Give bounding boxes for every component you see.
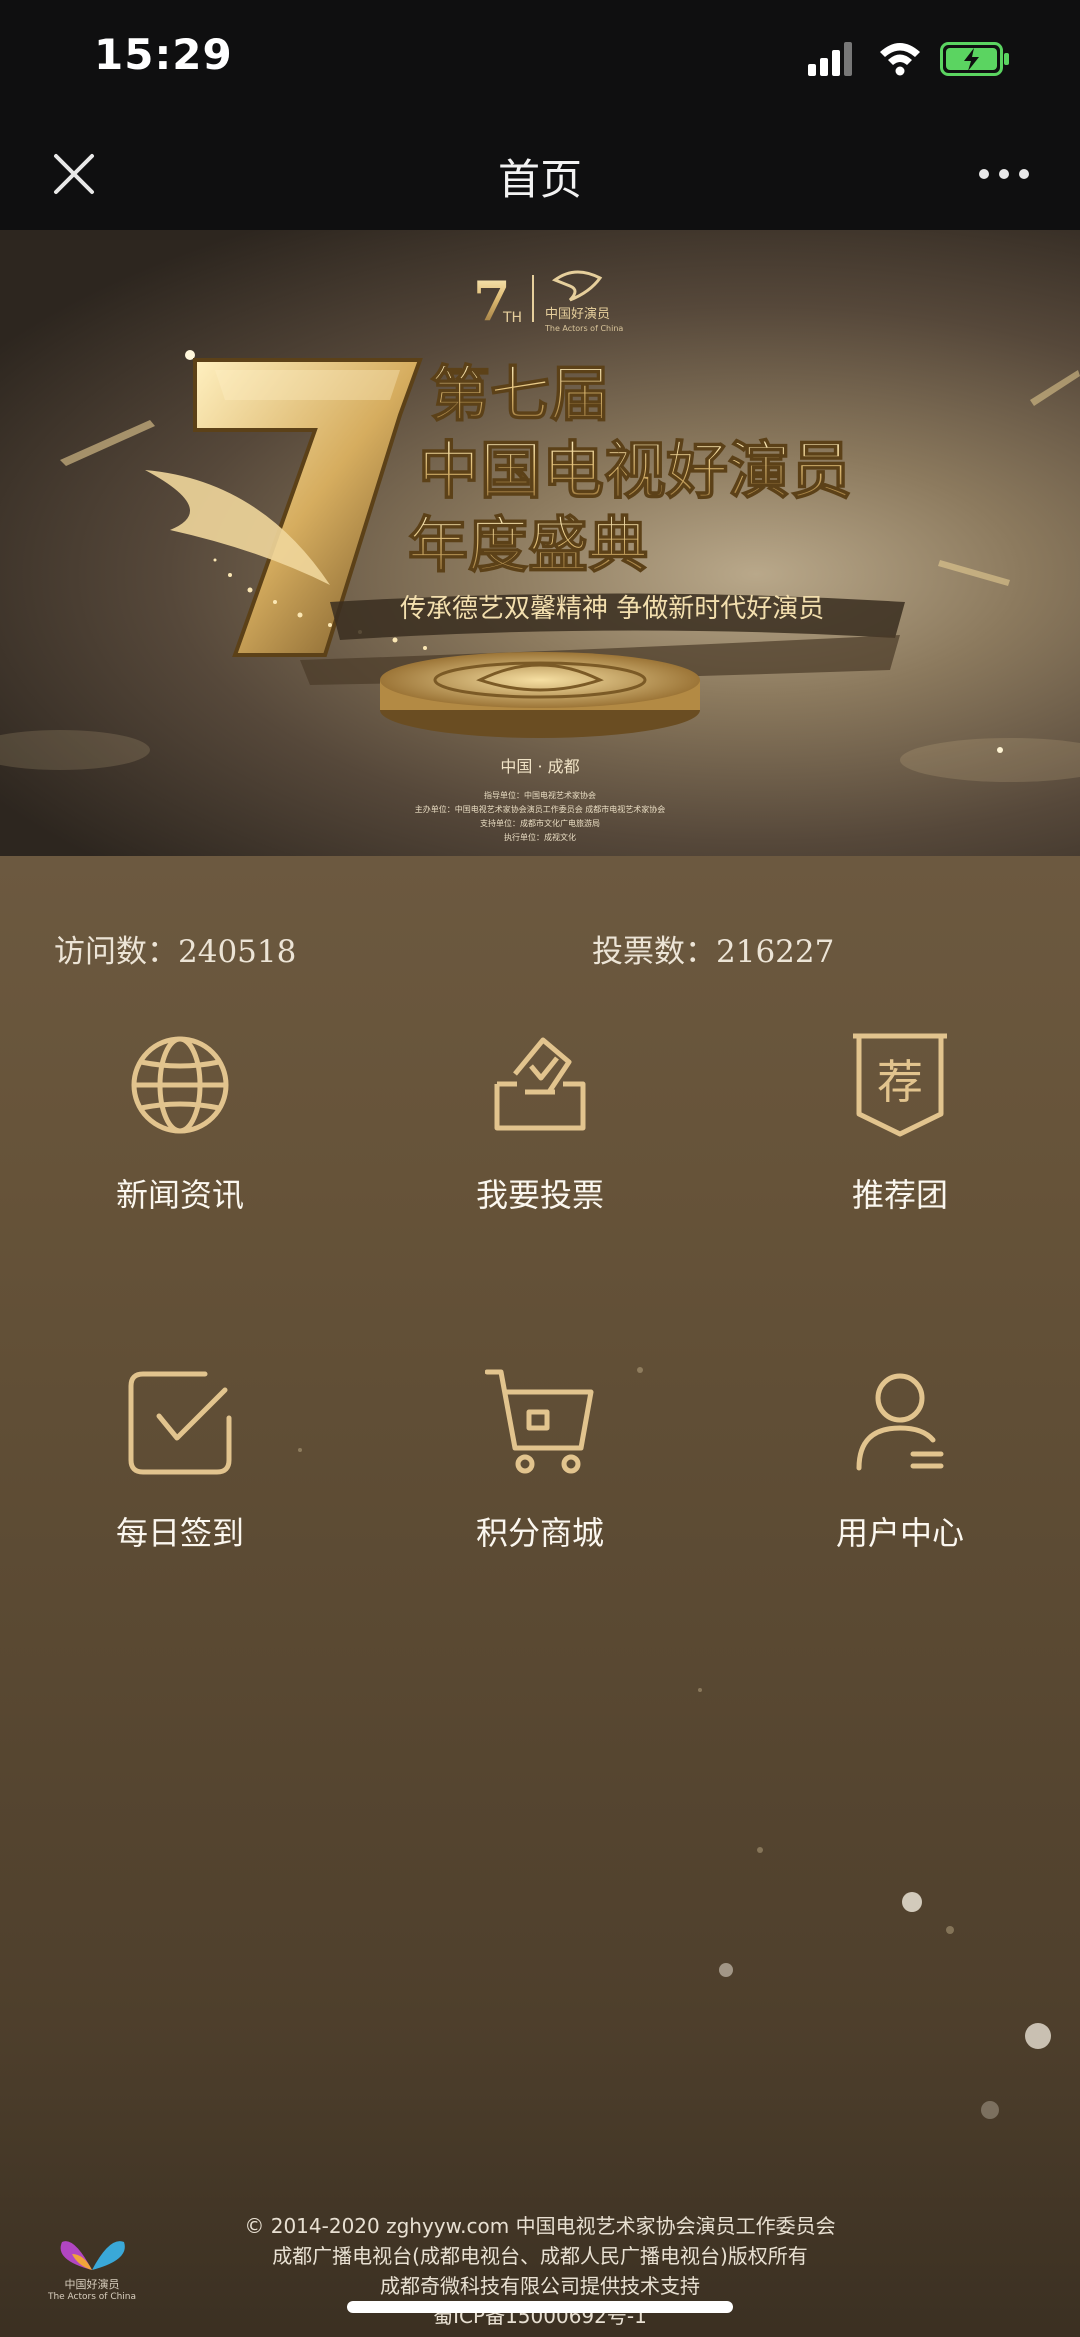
menu-item-label: 推荐团 [851,1176,948,1214]
svg-text:The Actors of China: The Actors of China [544,324,623,333]
visit-count: 访问数：240518 [54,926,296,971]
svg-text:主办单位：中国电视艺术家协会演员工作委员会 成都市电视艺术家: 主办单位：中国电视艺术家协会演员工作委员会 成都市电视艺术家协会 [415,804,666,814]
menu-item-news[interactable]: 新闻资讯 [30,1030,330,1270]
podium [380,652,700,738]
recommend-badge-icon: 荐 [853,1033,947,1137]
vote-count-value: 216227 [716,934,835,970]
bokeh-decoration [298,1367,1051,2119]
menu-item-vote[interactable]: 我要投票 [390,1030,690,1270]
banner-top-logo: 7 TH 中国好演员 The Actors of China [473,269,623,333]
svg-text:TH: TH [502,310,522,326]
banner-slogan: 传承德艺双馨精神 争做新时代好演员 [400,594,824,624]
menu-item-label: 我要投票 [475,1176,604,1214]
nav-bar: 首页 [0,118,1080,230]
wifi-icon [880,43,920,76]
banner-title-line3: 年度盛典 [408,511,648,581]
status-time: 15:29 [94,30,233,79]
banner-location: 中国 · 成都 [500,757,579,776]
svg-text:中国好演员: 中国好演员 [545,306,610,322]
visit-count-label: 访问数： [54,934,178,970]
banner-title-line1: 第七届 [430,360,610,430]
status-icons [808,40,1028,80]
footer-rights: 成都广播电视台(成都电视台、成都人民广播电视台)版权所有 [272,2244,808,2268]
battery-charging-icon [940,42,1009,76]
home-indicator[interactable] [347,2301,733,2313]
svg-text:执行单位：成视文化: 执行单位：成视文化 [504,832,576,842]
vote-count-label: 投票数： [592,934,716,970]
banner-title-line2: 中国电视好演员 [418,434,852,507]
svg-text:荐: 荐 [877,1055,923,1109]
footer-copyright: © 2014-2020 zghyyw.com 中国电视艺术家协会演员工作委员会 [244,2214,836,2238]
more-options-icon[interactable] [976,162,1032,186]
stats-row: 访问数：240518 投票数：216227 [0,926,1080,976]
status-bar: 15:29 [0,0,1080,118]
cellular-signal-icon [808,42,852,76]
event-banner[interactable]: 7 TH 中国好演员 The Actors of China 第七届 中国电视好… [0,230,1080,856]
banner-artwork: 7 TH 中国好演员 The Actors of China 第七届 中国电视好… [0,269,1080,842]
vote-count: 投票数：216227 [592,926,834,971]
menu-item-label: 新闻资讯 [115,1176,244,1214]
svg-text:指导单位：中国电视艺术家协会: 指导单位：中国电视艺术家协会 [484,790,596,800]
visit-count-value: 240518 [178,934,297,970]
main-content: 7 TH 中国好演员 The Actors of China 第七届 中国电视好… [0,230,1080,2337]
menu-item-recommend[interactable]: 荐 推荐团 [750,1030,1050,1270]
footer-tech-support: 成都奇微科技有限公司提供技术支持 [380,2274,700,2298]
svg-text:支持单位：成都市文化广电旅游局: 支持单位：成都市文化广电旅游局 [480,818,600,828]
globe-icon [131,1036,229,1134]
page-title: 首页 [497,155,582,204]
ballot-box-icon [494,1037,586,1131]
butterfly-logo-icon [60,2241,125,2270]
footer-logo: 中国好演员 The Actors of China [44,2232,140,2312]
